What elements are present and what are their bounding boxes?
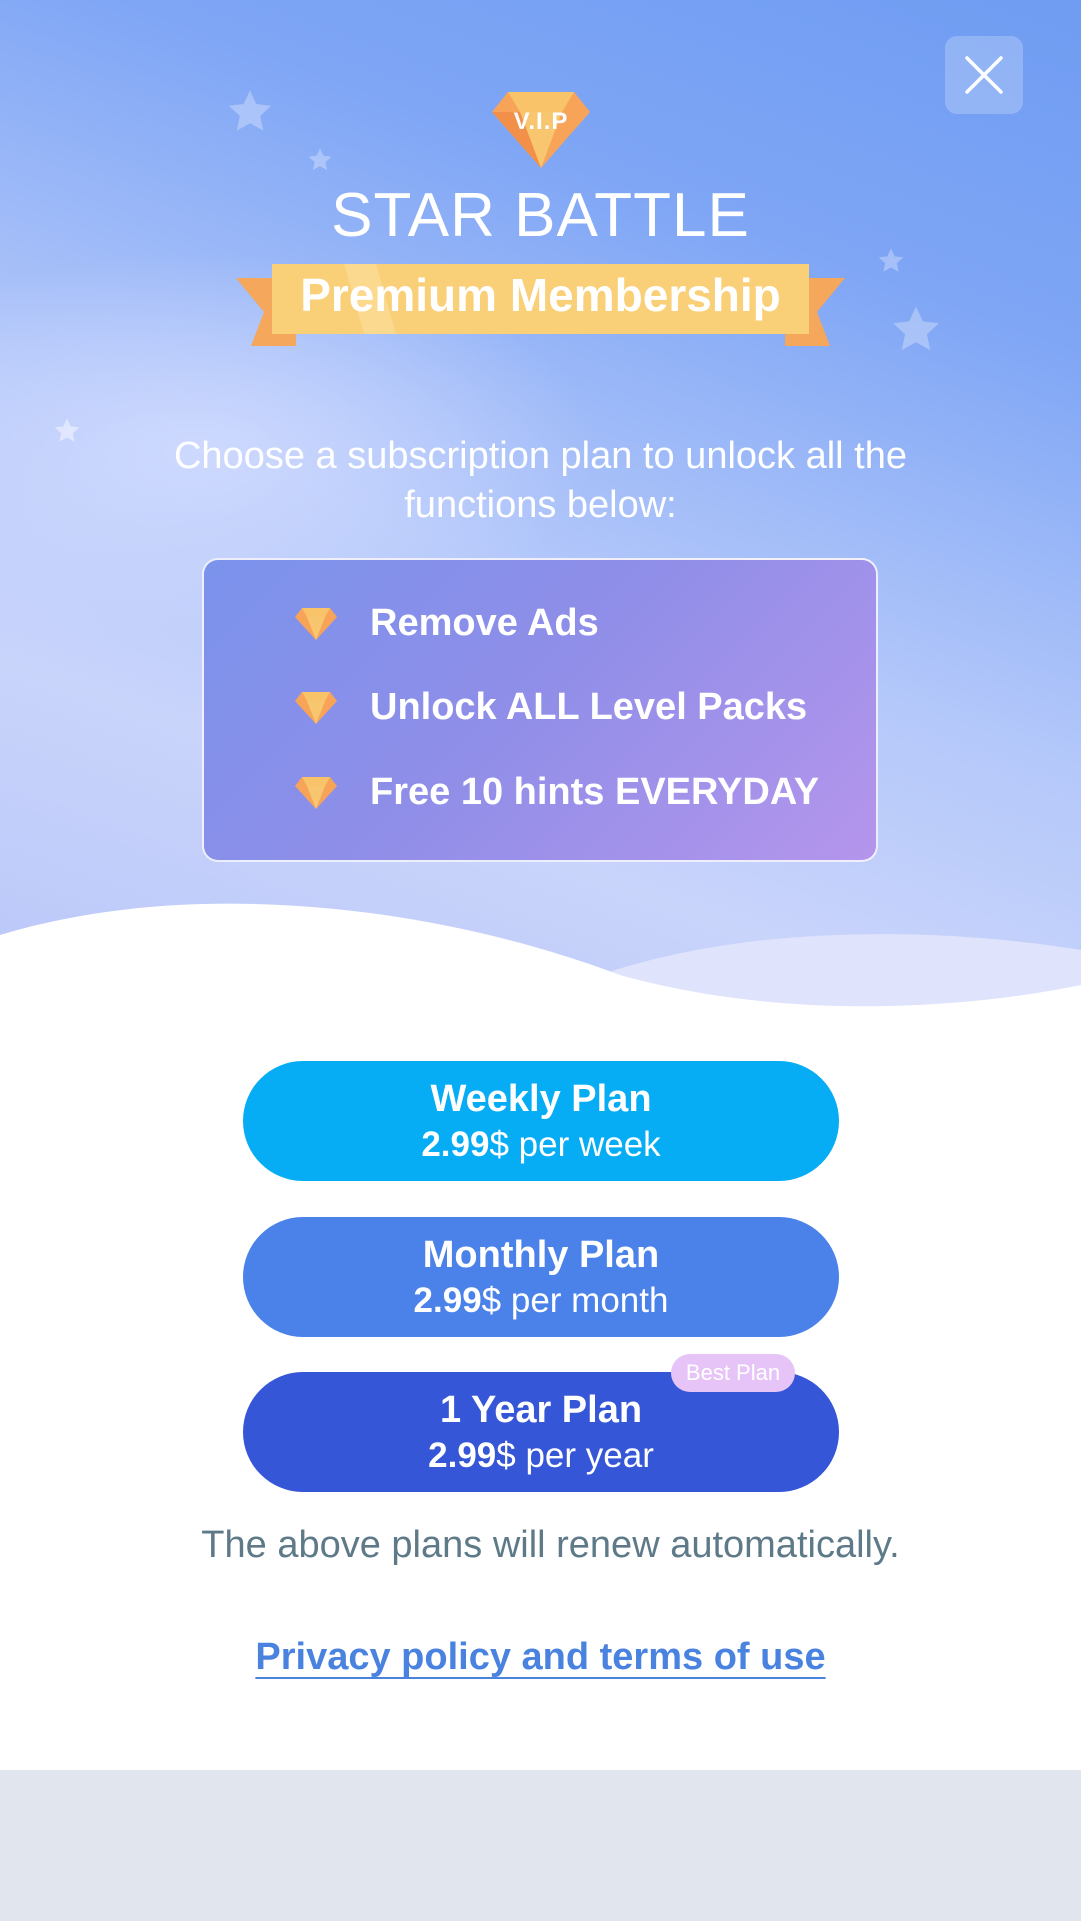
feature-item: Free 10 hints EVERYDAY	[294, 771, 819, 814]
plan-name: 1 Year Plan	[439, 1389, 643, 1431]
feature-label: Remove Ads	[370, 602, 599, 644]
privacy-policy-row: Privacy policy and terms of use	[0, 1636, 1081, 1679]
plan-price: 2.99$ per week	[421, 1125, 661, 1164]
star-icon	[308, 148, 332, 171]
privacy-policy-link[interactable]: Privacy policy and terms of use	[255, 1636, 825, 1678]
feature-label: Unlock ALL Level Packs	[370, 686, 808, 728]
wave-divider	[0, 903, 1081, 1010]
plan-price: 2.99$ per month	[413, 1281, 669, 1320]
plan-name: Monthly Plan	[422, 1234, 660, 1276]
weekly-plan-button[interactable]: Weekly Plan 2.99$ per week	[243, 1061, 839, 1181]
best-plan-badge: Best Plan	[671, 1354, 795, 1392]
feature-item: Remove Ads	[294, 602, 599, 645]
diamond-icon	[295, 691, 337, 724]
close-icon	[965, 56, 1003, 94]
app-title: STAR BATTLE	[331, 181, 750, 250]
diamond-icon	[295, 607, 337, 640]
renew-note: The above plans will renew automatically…	[201, 1524, 900, 1566]
vip-label: V.I.P	[513, 108, 569, 135]
feature-list: Remove Ads Unlock ALL Level Packs Free 1…	[202, 558, 878, 862]
feature-item: Unlock ALL Level Packs	[294, 686, 807, 729]
plan-price: 2.99$ per year	[428, 1436, 654, 1475]
feature-label: Free 10 hints EVERYDAY	[370, 771, 820, 813]
plan-name: Weekly Plan	[430, 1078, 652, 1120]
star-icon	[228, 90, 272, 131]
star-icon	[54, 418, 80, 442]
monthly-plan-button[interactable]: Monthly Plan 2.99$ per month	[243, 1217, 839, 1337]
premium-membership-label: Premium Membership	[300, 269, 781, 321]
diamond-icon	[295, 776, 337, 809]
close-button[interactable]	[945, 36, 1023, 114]
subtitle: Choose a subscription plan to unlock all…	[173, 435, 907, 526]
bottom-bar	[0, 1770, 1081, 1921]
